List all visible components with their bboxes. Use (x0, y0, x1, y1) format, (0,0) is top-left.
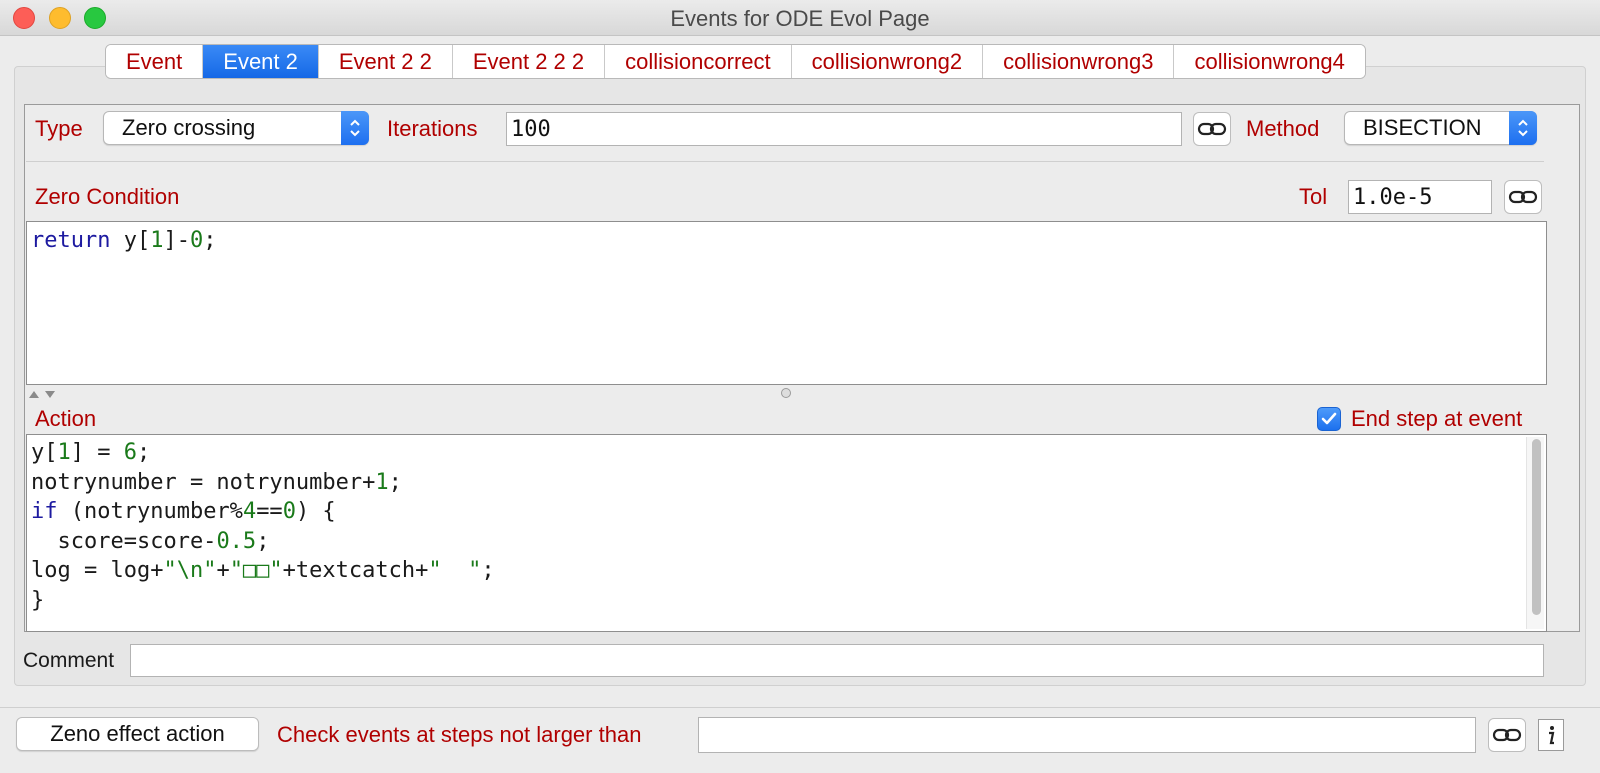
code-line: notrynumber = notrynumber+1; (31, 469, 402, 495)
link-icon (1492, 728, 1522, 742)
check-steps-link-button[interactable] (1488, 718, 1526, 752)
split-pane-divider[interactable] (26, 385, 1546, 401)
info-button[interactable] (1538, 719, 1564, 751)
type-label: Type (35, 116, 83, 141)
iterations-input[interactable]: 100 (506, 112, 1182, 146)
tol-link-button[interactable] (1504, 180, 1542, 214)
link-icon (1508, 190, 1538, 204)
tab-collisioncorrect[interactable]: collisioncorrect (605, 45, 792, 78)
comment-label: Comment (23, 649, 115, 672)
check-steps-input[interactable] (698, 717, 1476, 753)
tab-collisionwrong4[interactable]: collisionwrong4 (1174, 45, 1365, 78)
method-select[interactable]: BISECTION (1344, 111, 1537, 145)
action-editor[interactable]: y[1] = 6; notrynumber = notrynumber+1; if … (26, 434, 1547, 632)
iterations-label: Iterations (387, 116, 478, 141)
zero-condition-label: Zero Condition (35, 184, 180, 209)
checkmark-icon (1321, 412, 1337, 425)
window-title: Events for ODE Evol Page (670, 6, 930, 31)
code-line: } (31, 587, 45, 613)
link-icon (1197, 122, 1227, 136)
separator (26, 161, 1544, 162)
tab-event[interactable]: Event (106, 45, 204, 78)
comment-input[interactable] (130, 644, 1544, 677)
info-icon (1549, 726, 1555, 745)
code-line: y[1] = 6; (31, 440, 151, 465)
code-line: score=score-0.5; (31, 528, 270, 554)
code-line: log = log+"\n"+"□□"+textcatch+" "; (31, 558, 495, 583)
zero-condition-editor[interactable]: return y[1]-0; (26, 221, 1547, 385)
method-select-value: BISECTION (1363, 115, 1482, 140)
select-arrows-icon (341, 111, 369, 145)
zeno-effect-button[interactable]: Zeno effect action (16, 717, 259, 751)
end-step-checkbox[interactable] (1317, 407, 1341, 431)
method-label: Method (1246, 116, 1320, 141)
split-arrows-icon[interactable] (28, 389, 60, 399)
tab-event-2-2-2[interactable]: Event 2 2 2 (452, 45, 606, 78)
code-line: if (notrynumber%4==0) { (31, 499, 336, 524)
tab-collisionwrong3[interactable]: collisionwrong3 (983, 45, 1175, 78)
title-bar: Events for ODE Evol Page (0, 0, 1600, 36)
check-steps-label: Check events at steps not larger than (277, 722, 642, 747)
select-arrows-icon (1509, 111, 1537, 145)
tab-collisionwrong2[interactable]: collisionwrong2 (791, 45, 984, 78)
action-label: Action (35, 406, 97, 431)
scrollbar-thumb[interactable] (1532, 439, 1541, 615)
end-step-label: End step at event (1351, 406, 1523, 431)
tab-event-2-2[interactable]: Event 2 2 (318, 45, 453, 78)
type-select-value: Zero crossing (122, 115, 256, 140)
action-scrollbar[interactable] (1526, 437, 1544, 629)
iterations-link-button[interactable] (1193, 112, 1231, 146)
event-tabs: Event Event 2 Event 2 2 Event 2 2 2 coll… (105, 44, 1366, 79)
tab-event-2[interactable]: Event 2 (203, 45, 319, 78)
split-grip-icon[interactable] (781, 388, 791, 398)
tol-label: Tol (1299, 184, 1328, 209)
type-select[interactable]: Zero crossing (103, 111, 369, 145)
tol-input[interactable]: 1.0e-5 (1348, 180, 1492, 214)
